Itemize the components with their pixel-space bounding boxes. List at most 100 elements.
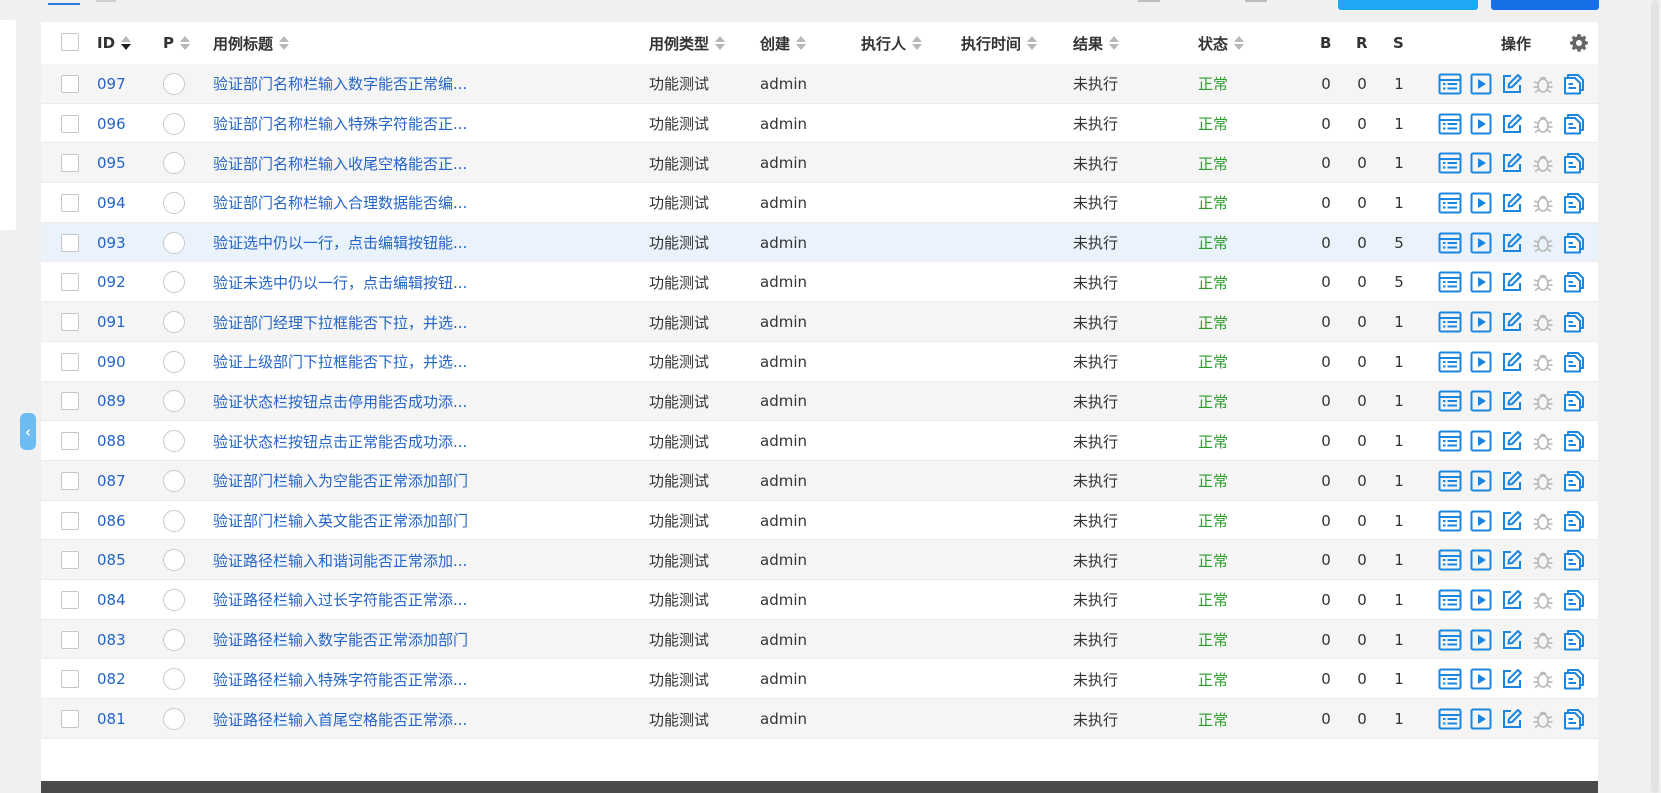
copy-icon[interactable] <box>1561 230 1587 256</box>
case-id-link[interactable]: 089 <box>97 382 126 422</box>
bug-icon[interactable] <box>1530 71 1556 97</box>
list-detail-icon[interactable] <box>1437 269 1463 295</box>
bug-icon[interactable] <box>1530 190 1556 216</box>
row-checkbox[interactable] <box>61 471 79 490</box>
copy-icon[interactable] <box>1561 468 1587 494</box>
table-row[interactable]: 090 验证上级部门下拉框能否下拉，并选... 功能测试 admin 未执行 正… <box>41 341 1598 382</box>
bug-icon[interactable] <box>1530 309 1556 335</box>
copy-icon[interactable] <box>1561 587 1587 613</box>
row-checkbox[interactable] <box>61 193 79 212</box>
run-play-icon[interactable] <box>1468 111 1494 137</box>
list-detail-icon[interactable] <box>1437 349 1463 375</box>
case-title-link[interactable]: 验证状态栏按钮点击正常能否成功添... <box>213 421 467 461</box>
sort-icon[interactable] <box>1234 35 1245 51</box>
col-header-exec-time[interactable]: 执行时间 <box>961 22 1038 64</box>
bug-icon[interactable] <box>1530 269 1556 295</box>
bug-icon[interactable] <box>1530 587 1556 613</box>
case-id-link[interactable]: 087 <box>97 461 126 501</box>
list-detail-icon[interactable] <box>1437 150 1463 176</box>
select-all-checkbox[interactable] <box>61 33 79 51</box>
row-checkbox[interactable] <box>61 511 79 530</box>
list-detail-icon[interactable] <box>1437 627 1463 653</box>
tab-stub[interactable] <box>96 0 116 2</box>
table-row[interactable]: 081 验证路径栏输入首尾空格能否正常添... 功能测试 admin 未执行 正… <box>41 699 1598 739</box>
edit-pencil-icon[interactable] <box>1499 547 1525 573</box>
row-checkbox[interactable] <box>61 432 79 451</box>
row-checkbox[interactable] <box>61 710 79 729</box>
case-title-link[interactable]: 验证上级部门下拉框能否下拉，并选... <box>213 342 467 382</box>
copy-icon[interactable] <box>1561 269 1587 295</box>
run-play-icon[interactable] <box>1468 428 1494 454</box>
table-row[interactable]: 091 验证部门经理下拉框能否下拉，并选... 功能测试 admin 未执行 正… <box>41 302 1598 342</box>
copy-icon[interactable] <box>1561 309 1587 335</box>
case-id-link[interactable]: 085 <box>97 540 126 580</box>
run-play-icon[interactable] <box>1468 230 1494 256</box>
edit-pencil-icon[interactable] <box>1499 666 1525 692</box>
case-title-link[interactable]: 验证部门名称栏输入合理数据能否编... <box>213 183 467 223</box>
row-checkbox[interactable] <box>61 590 79 609</box>
case-id-link[interactable]: 082 <box>97 660 126 700</box>
case-title-link[interactable]: 验证路径栏输入特殊字符能否正常添... <box>213 660 467 700</box>
row-checkbox[interactable] <box>61 74 79 93</box>
case-title-link[interactable]: 验证路径栏输入首尾空格能否正常添... <box>213 699 467 739</box>
table-row[interactable]: 085 验证路径栏输入和谐词能否正常添加... 功能测试 admin 未执行 正… <box>41 540 1598 581</box>
row-checkbox[interactable] <box>61 551 79 570</box>
run-play-icon[interactable] <box>1468 269 1494 295</box>
toolbar-primary-button[interactable] <box>1338 0 1478 10</box>
col-header-id[interactable]: ID <box>97 22 132 64</box>
bug-icon[interactable] <box>1530 468 1556 494</box>
case-title-link[interactable]: 验证路径栏输入过长字符能否正常添... <box>213 580 467 620</box>
run-play-icon[interactable] <box>1468 309 1494 335</box>
case-id-link[interactable]: 092 <box>97 263 126 303</box>
copy-icon[interactable] <box>1561 150 1587 176</box>
bug-icon[interactable] <box>1530 547 1556 573</box>
case-id-link[interactable]: 086 <box>97 501 126 541</box>
table-row[interactable]: 087 验证部门栏输入为空能否正常添加部门 功能测试 admin 未执行 正常 … <box>41 461 1598 501</box>
edit-pencil-icon[interactable] <box>1499 349 1525 375</box>
list-detail-icon[interactable] <box>1437 666 1463 692</box>
row-checkbox[interactable] <box>61 233 79 252</box>
table-row[interactable]: 089 验证状态栏按钮点击停用能否成功添... 功能测试 admin 未执行 正… <box>41 381 1598 422</box>
toolbar-control[interactable] <box>1245 0 1267 2</box>
case-title-link[interactable]: 验证部门名称栏输入特殊字符能否正... <box>213 104 467 144</box>
table-row[interactable]: 082 验证路径栏输入特殊字符能否正常添... 功能测试 admin 未执行 正… <box>41 659 1598 700</box>
case-id-link[interactable]: 096 <box>97 104 126 144</box>
edit-pencil-icon[interactable] <box>1499 71 1525 97</box>
run-play-icon[interactable] <box>1468 706 1494 732</box>
row-checkbox[interactable] <box>61 273 79 292</box>
sort-icon[interactable] <box>1027 35 1038 51</box>
copy-icon[interactable] <box>1561 666 1587 692</box>
list-detail-icon[interactable] <box>1437 587 1463 613</box>
col-header-result[interactable]: 结果 <box>1073 22 1120 64</box>
sort-icon[interactable] <box>715 35 726 51</box>
bug-icon[interactable] <box>1530 230 1556 256</box>
table-row[interactable]: 086 验证部门栏输入英文能否正常添加部门 功能测试 admin 未执行 正常 … <box>41 500 1598 541</box>
table-row[interactable]: 097 验证部门名称栏输入数字能否正常编... 功能测试 admin 未执行 正… <box>41 64 1598 104</box>
sort-icon[interactable] <box>796 35 807 51</box>
col-header-executor[interactable]: 执行人 <box>861 22 923 64</box>
case-id-link[interactable]: 083 <box>97 620 126 660</box>
run-play-icon[interactable] <box>1468 190 1494 216</box>
run-play-icon[interactable] <box>1468 587 1494 613</box>
bug-icon[interactable] <box>1530 428 1556 454</box>
run-play-icon[interactable] <box>1468 468 1494 494</box>
edit-pencil-icon[interactable] <box>1499 468 1525 494</box>
bug-icon[interactable] <box>1530 706 1556 732</box>
col-header-priority[interactable]: P <box>163 22 190 64</box>
copy-icon[interactable] <box>1561 71 1587 97</box>
edit-pencil-icon[interactable] <box>1499 309 1525 335</box>
edit-pencil-icon[interactable] <box>1499 190 1525 216</box>
case-title-link[interactable]: 验证部门名称栏输入收尾空格能否正... <box>213 143 467 183</box>
list-detail-icon[interactable] <box>1437 230 1463 256</box>
table-row[interactable]: 094 验证部门名称栏输入合理数据能否编... 功能测试 admin 未执行 正… <box>41 183 1598 223</box>
case-title-link[interactable]: 验证部门名称栏输入数字能否正常编... <box>213 64 467 104</box>
list-detail-icon[interactable] <box>1437 190 1463 216</box>
copy-icon[interactable] <box>1561 547 1587 573</box>
case-title-link[interactable]: 验证路径栏输入和谐词能否正常添加... <box>213 540 467 580</box>
list-detail-icon[interactable] <box>1437 309 1463 335</box>
run-play-icon[interactable] <box>1468 508 1494 534</box>
page-scrollbar-thumb[interactable] <box>1651 0 1659 793</box>
copy-icon[interactable] <box>1561 627 1587 653</box>
case-title-link[interactable]: 验证选中仍以一行，点击编辑按钮能... <box>213 223 467 263</box>
list-detail-icon[interactable] <box>1437 468 1463 494</box>
